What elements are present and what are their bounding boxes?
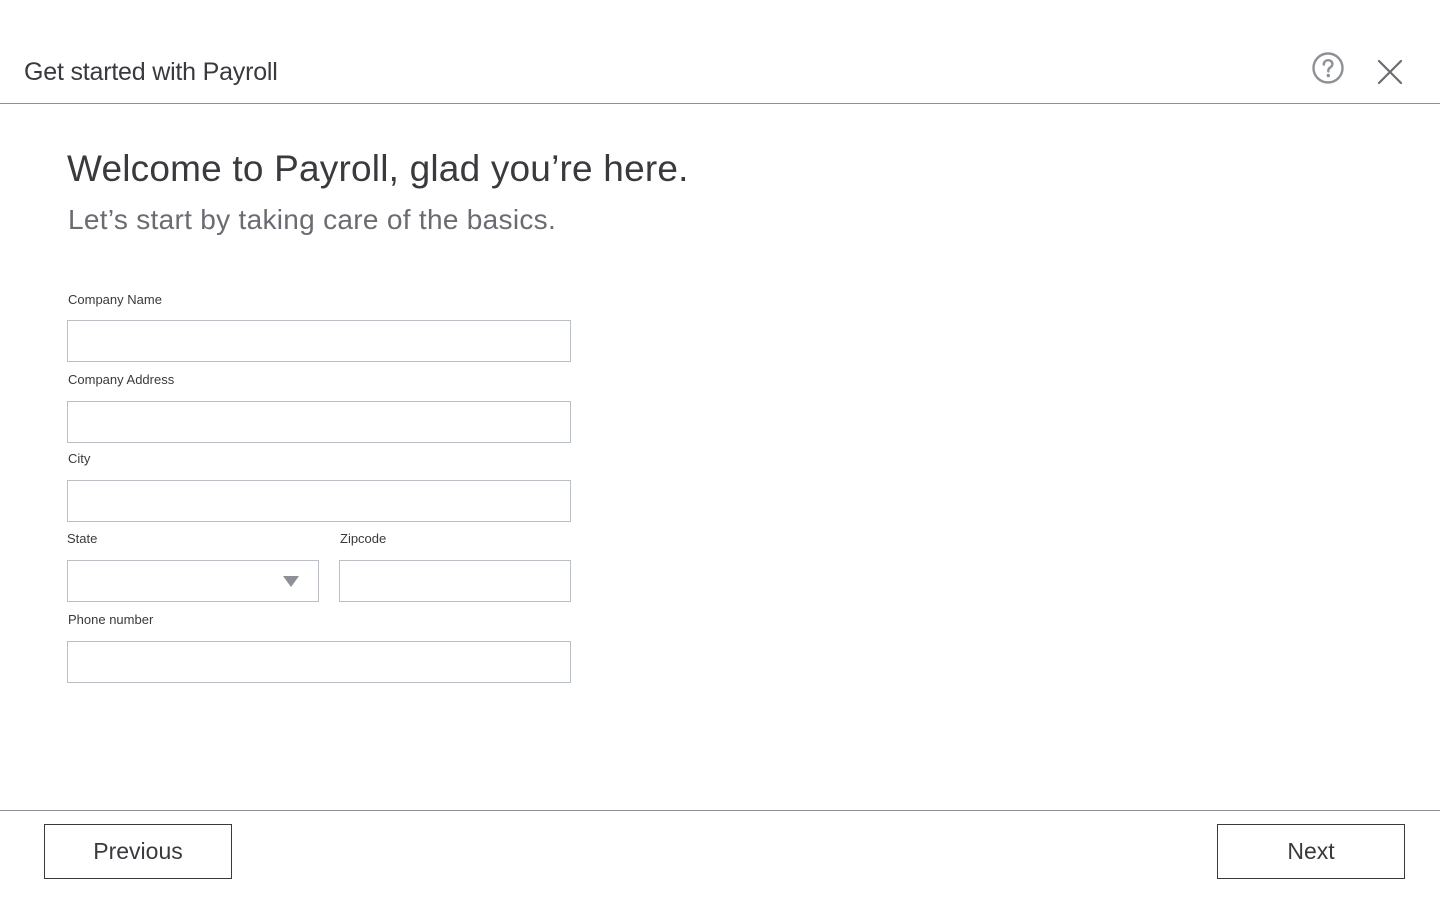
payroll-setup-dialog: Get started with Payroll Welcome to Payr… — [0, 0, 1440, 900]
company-address-label: Company Address — [68, 372, 175, 387]
company-address-input[interactable] — [67, 401, 571, 443]
phone-number-input[interactable] — [67, 641, 571, 683]
zipcode-input[interactable] — [339, 560, 571, 602]
state-label: State — [67, 531, 98, 546]
city-input[interactable] — [67, 480, 571, 522]
welcome-heading: Welcome to Payroll, glad you’re here. — [67, 148, 689, 189]
company-name-label: Company Name — [68, 292, 162, 307]
dialog-header: Get started with Payroll — [0, 0, 1440, 104]
dialog-title: Get started with Payroll — [24, 58, 278, 86]
previous-button[interactable]: Previous — [44, 824, 232, 879]
zipcode-label: Zipcode — [340, 531, 387, 546]
city-label: City — [68, 451, 91, 466]
company-name-input[interactable] — [67, 320, 571, 362]
welcome-subheading: Let’s start by taking care of the basics… — [68, 204, 557, 235]
chevron-down-icon — [283, 576, 299, 587]
next-button[interactable]: Next — [1217, 824, 1405, 879]
help-circle-icon[interactable] — [1312, 52, 1344, 84]
phone-number-label: Phone number — [68, 612, 154, 627]
close-icon[interactable] — [1375, 57, 1405, 87]
state-select[interactable] — [67, 560, 319, 602]
